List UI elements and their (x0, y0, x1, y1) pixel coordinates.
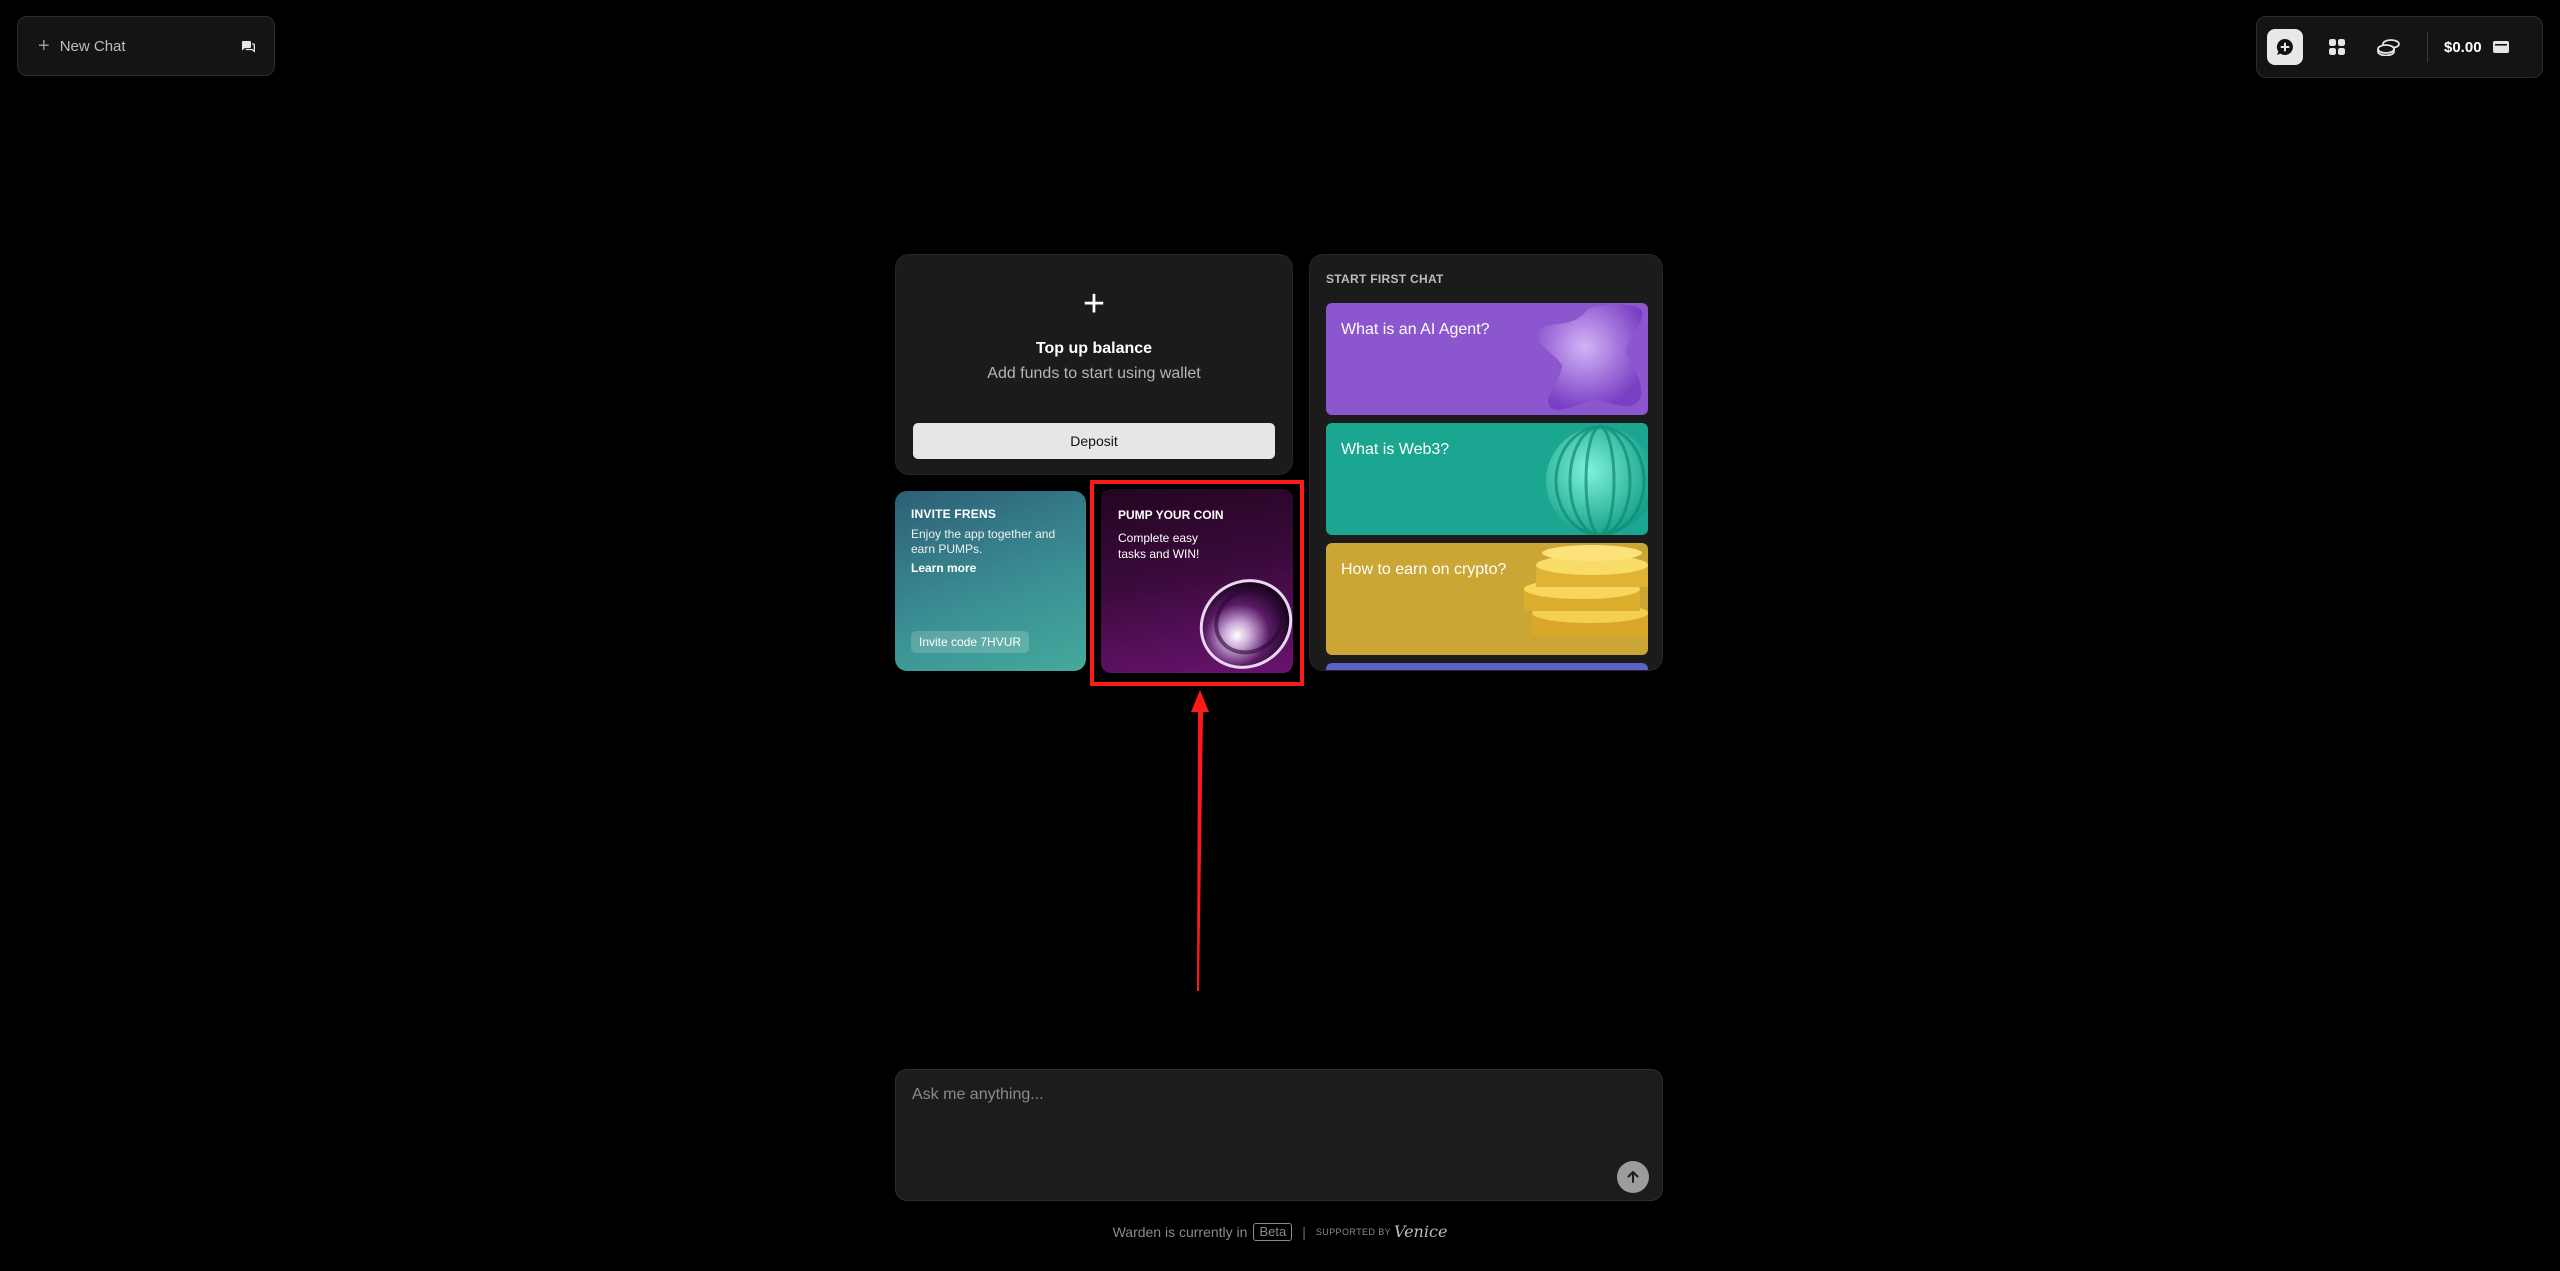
beta-badge: Beta (1253, 1222, 1293, 1241)
new-chat-button[interactable]: + New Chat (17, 16, 275, 76)
footer-status-text: Warden is currently in (1112, 1223, 1248, 1240)
coin-stack-icon (1524, 545, 1648, 635)
chat-input[interactable] (910, 1084, 1594, 1148)
chat-input-box (895, 1069, 1663, 1201)
plus-icon: + (38, 35, 50, 57)
annotation-arrow-icon (1191, 690, 1209, 991)
top-up-subtitle: Add funds to start using wallet (987, 365, 1201, 382)
chat-plus-icon[interactable] (2267, 29, 2303, 65)
ribbed-sphere-icon (1546, 425, 1648, 535)
chat-bubbles-icon[interactable] (240, 38, 256, 54)
prompt-label: What is an AI Agent? (1341, 321, 1490, 338)
arrow-up-icon (1627, 1171, 1639, 1183)
toolbar-divider (2427, 32, 2428, 62)
prompt-next-partial[interactable] (1326, 663, 1648, 670)
invite-description: Enjoy the app together and earn PUMPs. (911, 527, 1056, 556)
annotation-highlight-box (1090, 480, 1304, 686)
prompt-web3[interactable]: What is Web3? (1326, 423, 1648, 535)
top-toolbar: $0.00 (2256, 16, 2543, 78)
prompt-ai-agent[interactable]: What is an AI Agent? (1326, 303, 1648, 415)
start-chat-title: START FIRST CHAT (1326, 272, 1444, 286)
top-up-title: Top up balance (1035, 340, 1153, 357)
footer-divider: | (1302, 1223, 1306, 1240)
add-funds-plus-icon: + (1082, 283, 1106, 325)
new-chat-label: New Chat (59, 37, 126, 55)
prompt-earn-crypto[interactable]: How to earn on crypto? (1326, 543, 1648, 655)
footer: Warden is currently in Beta | SUPPORTED … (0, 1222, 2560, 1241)
start-first-chat-panel: START FIRST CHAT What is an AI Agent? Wh… (1309, 254, 1663, 671)
prompt-label: What is Web3? (1341, 441, 1450, 458)
top-up-card: + Top up balance Add funds to start usin… (895, 254, 1293, 475)
send-button[interactable] (1617, 1161, 1649, 1193)
invite-code-badge[interactable]: Invite code 7HVUR (911, 631, 1030, 653)
invite-heading: INVITE FRENS (911, 507, 997, 521)
venice-logo[interactable]: Venice (1394, 1222, 1447, 1241)
prompt-label: How to earn on crypto? (1341, 561, 1507, 578)
apps-grid-icon[interactable] (2319, 29, 2355, 65)
wallet-icon[interactable] (2492, 39, 2510, 55)
deposit-button[interactable]: Deposit (913, 423, 1275, 459)
supported-by-text: SUPPORTED BY (1315, 1226, 1391, 1237)
coins-icon[interactable] (2371, 29, 2407, 65)
star-blob-icon (1536, 304, 1643, 410)
learn-more-link[interactable]: Learn more (911, 561, 1070, 575)
wallet-balance[interactable]: $0.00 (2444, 39, 2482, 56)
invite-frens-card[interactable]: INVITE FRENS Enjoy the app together and … (895, 491, 1086, 671)
